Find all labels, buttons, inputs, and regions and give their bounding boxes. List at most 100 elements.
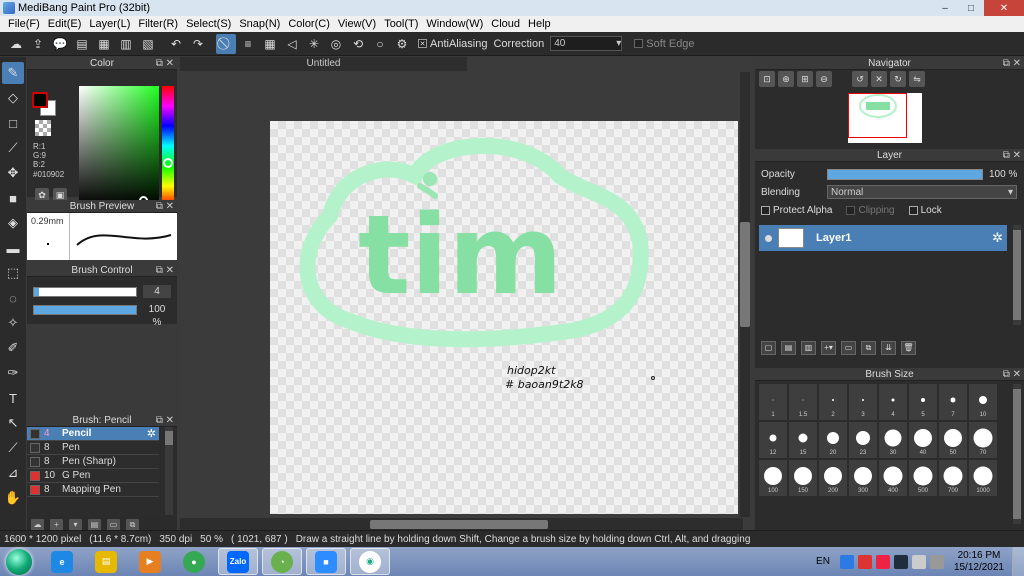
move-tool-icon[interactable]: ✥	[2, 162, 24, 184]
menu-layer[interactable]: Layer(L)	[85, 18, 134, 30]
curve-snap-icon[interactable]: ⟲	[348, 34, 368, 54]
magic-wand-tool-icon[interactable]: ✧	[2, 312, 24, 334]
zoom-actual-icon[interactable]: ⊞	[797, 71, 813, 87]
document-tab[interactable]: Untitled	[180, 57, 467, 71]
brush-size-option[interactable]: 150	[789, 460, 817, 496]
fill-rect-tool-icon[interactable]: ■	[2, 187, 24, 209]
rectangle-tool-icon[interactable]: □	[2, 112, 24, 134]
brush-item-pencil[interactable]: 4 Pencil ✲	[27, 427, 159, 441]
panel-float-close-icon[interactable]: ⧉ ✕	[1003, 57, 1021, 70]
menu-tool[interactable]: Tool(T)	[380, 18, 422, 30]
snap-off-icon[interactable]: ⃠	[216, 33, 236, 54]
menu-file[interactable]: File(F)	[4, 18, 44, 30]
menu-snap[interactable]: Snap(N)	[235, 18, 284, 30]
taskbar-internet-explorer[interactable]: e	[42, 548, 82, 575]
brush-size-scrollbar[interactable]	[1013, 384, 1021, 524]
layer-list-scrollbar[interactable]	[1013, 225, 1021, 325]
brush-size-option[interactable]: 15	[789, 422, 817, 458]
taskbar-media-player[interactable]: ▶	[130, 548, 170, 575]
taskbar-chrome[interactable]: ●	[174, 548, 214, 575]
rotate-right-icon[interactable]: ↻	[890, 71, 906, 87]
protect-alpha-checkbox[interactable]	[761, 205, 770, 215]
lasso-tool-icon[interactable]: ◌	[2, 287, 24, 309]
minimize-button[interactable]: –	[932, 0, 958, 16]
brush-size-option[interactable]: 40	[909, 422, 937, 458]
menu-filter[interactable]: Filter(R)	[134, 18, 182, 30]
brush-size-option[interactable]: 20	[819, 422, 847, 458]
menu-edit[interactable]: Edit(E)	[44, 18, 86, 30]
taskbar-zalo[interactable]: Zalo	[218, 548, 258, 575]
show-desktop-button[interactable]	[1012, 547, 1024, 576]
hue-slider[interactable]	[162, 86, 174, 206]
brush-item-mapping-pen[interactable]: 8 Mapping Pen	[27, 483, 159, 497]
brush-size-option[interactable]: 4	[879, 384, 907, 420]
menu-cloud[interactable]: Cloud	[487, 18, 524, 30]
save-icon[interactable]: ▤	[72, 34, 92, 54]
tray-volume-icon[interactable]	[929, 554, 944, 569]
merge-layer-icon[interactable]: ⇊	[881, 341, 896, 355]
brush-size-option[interactable]: 1000	[969, 460, 997, 496]
tray-antivirus-icon[interactable]	[857, 554, 872, 569]
menu-help[interactable]: Help	[524, 18, 555, 30]
comment-icon[interactable]: 💬	[50, 34, 70, 54]
delete-layer-icon[interactable]: 🗑	[901, 341, 916, 355]
rotate-left-icon[interactable]: ↺	[852, 71, 868, 87]
panel-float-close-icon[interactable]: ⧉ ✕	[156, 414, 174, 427]
brush-opacity-slider[interactable]	[33, 305, 137, 315]
duplicate-layer-icon[interactable]: ⧉	[861, 341, 876, 355]
menu-color[interactable]: Color(C)	[284, 18, 334, 30]
start-button[interactable]	[6, 548, 32, 575]
cloud-icon[interactable]: ☁	[6, 34, 26, 54]
gear-icon[interactable]: ✲	[992, 230, 1003, 246]
brush-size-option[interactable]: 23	[849, 422, 877, 458]
layers-icon[interactable]: ▧	[138, 34, 158, 54]
brush-size-option[interactable]: 200	[819, 460, 847, 496]
brush-size-option[interactable]: 1.5	[789, 384, 817, 420]
eraser-tool-icon[interactable]: ◇	[2, 87, 24, 109]
navigator-viewport-rect[interactable]	[848, 93, 907, 138]
menu-window[interactable]: Window(W)	[422, 18, 487, 30]
drawing-canvas[interactable]: tim hidop2kt # baoan9t2k8	[270, 121, 738, 514]
brush-item-g-pen[interactable]: 10 G Pen	[27, 469, 159, 483]
clipping-checkbox[interactable]	[846, 205, 856, 215]
panel-float-close-icon[interactable]: ⧉ ✕	[1003, 149, 1021, 162]
text-tool-icon[interactable]: T	[2, 387, 24, 409]
zoom-out-icon[interactable]: ⊖	[816, 71, 832, 87]
menu-select[interactable]: Select(S)	[182, 18, 235, 30]
flip-horizontal-icon[interactable]: ⇋	[909, 71, 925, 87]
panel-float-close-icon[interactable]: ⧉ ✕	[156, 57, 174, 70]
tray-overflow-icon[interactable]	[893, 554, 908, 569]
correction-select[interactable]: 40 ▾	[550, 36, 623, 51]
brush-size-value[interactable]: 4	[143, 285, 171, 298]
undo-icon[interactable]: ↶	[166, 34, 186, 54]
taskbar-file-explorer[interactable]: ▤	[86, 548, 126, 575]
antialiasing-checkbox[interactable]: ✕	[418, 39, 427, 48]
brush-size-slider[interactable]	[33, 287, 137, 297]
add-layer-menu-icon[interactable]: +▾	[821, 341, 836, 355]
blending-select[interactable]: Normal ▾	[827, 185, 1017, 199]
panel-float-close-icon[interactable]: ⧉ ✕	[156, 264, 174, 277]
brush-size-option[interactable]: 70	[969, 422, 997, 458]
menu-view[interactable]: View(V)	[334, 18, 380, 30]
foreground-color-swatch[interactable]	[32, 92, 48, 108]
brush-size-option[interactable]: 10	[969, 384, 997, 420]
perspective-snap-icon[interactable]: ◁	[282, 34, 302, 54]
maximize-button[interactable]: □	[958, 0, 984, 16]
gradient-tool-icon[interactable]: ▬	[2, 237, 24, 259]
select-pen-tool-icon[interactable]: ✐	[2, 337, 24, 359]
tray-app-icon[interactable]	[839, 554, 854, 569]
brush-size-option[interactable]: 1	[759, 384, 787, 420]
soft-edge-checkbox[interactable]	[634, 39, 644, 48]
taskbar-zoom[interactable]: ■	[306, 548, 346, 575]
line-tool-icon[interactable]: ⟋	[2, 137, 24, 159]
document-icon[interactable]: ▦	[94, 34, 114, 54]
brush-size-option[interactable]: 700	[939, 460, 967, 496]
clock[interactable]: 20:16 PM 15/12/2021	[954, 550, 1004, 574]
brush-size-option[interactable]: 400	[879, 460, 907, 496]
brush-size-option[interactable]: 50	[939, 422, 967, 458]
snap-settings-icon[interactable]: ⚙	[392, 34, 412, 54]
brush-size-option[interactable]: 30	[879, 422, 907, 458]
brush-item-pen-sharp[interactable]: 8 Pen (Sharp)	[27, 455, 159, 469]
hue-slider-cursor[interactable]	[163, 158, 173, 168]
saturation-value-picker[interactable]	[79, 86, 159, 206]
